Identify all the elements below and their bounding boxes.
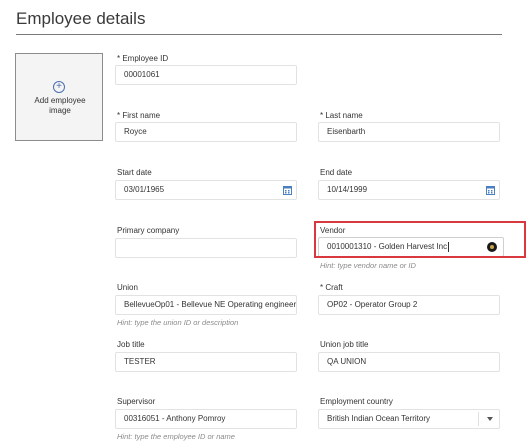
primary-company-field[interactable] bbox=[115, 238, 297, 258]
dropdown-separator bbox=[478, 412, 479, 426]
supervisor-label: Supervisor bbox=[117, 397, 156, 406]
supervisor-hint: Hint: type the employee ID or name bbox=[117, 432, 235, 441]
employment-country-select[interactable]: British Indian Ocean Territory bbox=[318, 409, 500, 429]
employment-country-value: British Indian Ocean Territory bbox=[327, 414, 431, 423]
end-date-field[interactable]: 10/14/1999 bbox=[318, 180, 500, 200]
end-date-value: 10/14/1999 bbox=[327, 185, 368, 194]
employee-id-label: * Employee ID bbox=[117, 54, 169, 63]
add-image-label: Add employee image bbox=[34, 96, 86, 115]
union-field[interactable]: BellevueOp01 - Bellevue NE Operating eng… bbox=[115, 295, 297, 315]
start-date-value: 03/01/1965 bbox=[124, 185, 165, 194]
craft-label: * Craft bbox=[320, 283, 343, 292]
union-job-title-field[interactable]: QA UNION bbox=[318, 352, 500, 372]
start-date-field[interactable]: 03/01/1965 bbox=[115, 180, 297, 200]
job-title-label: Job title bbox=[117, 340, 145, 349]
employee-id-field[interactable]: 00001061 bbox=[115, 65, 297, 85]
add-employee-image-button[interactable]: + Add employee image bbox=[15, 53, 103, 141]
job-title-value: TESTER bbox=[124, 357, 156, 366]
chevron-down-icon[interactable] bbox=[487, 417, 493, 421]
supervisor-value: 00316051 - Anthony Pomroy bbox=[124, 414, 226, 423]
craft-value: OP02 - Operator Group 2 bbox=[327, 300, 418, 309]
vendor-highlight-box bbox=[314, 221, 526, 258]
calendar-icon[interactable] bbox=[283, 185, 292, 195]
union-job-title-value: QA UNION bbox=[327, 357, 367, 366]
union-value: BellevueOp01 - Bellevue NE Operating eng… bbox=[124, 300, 297, 309]
title-divider bbox=[16, 34, 502, 35]
end-date-label: End date bbox=[320, 168, 353, 177]
vendor-hint: Hint: type vendor name or ID bbox=[320, 261, 416, 270]
last-name-value: Eisenbarth bbox=[327, 127, 366, 136]
first-name-field[interactable]: Royce bbox=[115, 122, 297, 142]
primary-company-label: Primary company bbox=[117, 226, 180, 235]
employee-id-value: 00001061 bbox=[124, 70, 160, 79]
last-name-label: * Last name bbox=[320, 111, 363, 120]
supervisor-field[interactable]: 00316051 - Anthony Pomroy bbox=[115, 409, 297, 429]
first-name-value: Royce bbox=[124, 127, 147, 136]
employment-country-label: Employment country bbox=[320, 397, 393, 406]
calendar-icon[interactable] bbox=[486, 185, 495, 195]
first-name-label: * First name bbox=[117, 111, 161, 120]
start-date-label: Start date bbox=[117, 168, 152, 177]
craft-field[interactable]: OP02 - Operator Group 2 bbox=[318, 295, 500, 315]
union-job-title-label: Union job title bbox=[320, 340, 369, 349]
union-hint: Hint: type the union ID or description bbox=[117, 318, 239, 327]
add-circle-icon: + bbox=[53, 81, 65, 93]
last-name-field[interactable]: Eisenbarth bbox=[318, 122, 500, 142]
page-title: Employee details bbox=[16, 9, 146, 28]
job-title-field[interactable]: TESTER bbox=[115, 352, 297, 372]
union-label: Union bbox=[117, 283, 138, 292]
